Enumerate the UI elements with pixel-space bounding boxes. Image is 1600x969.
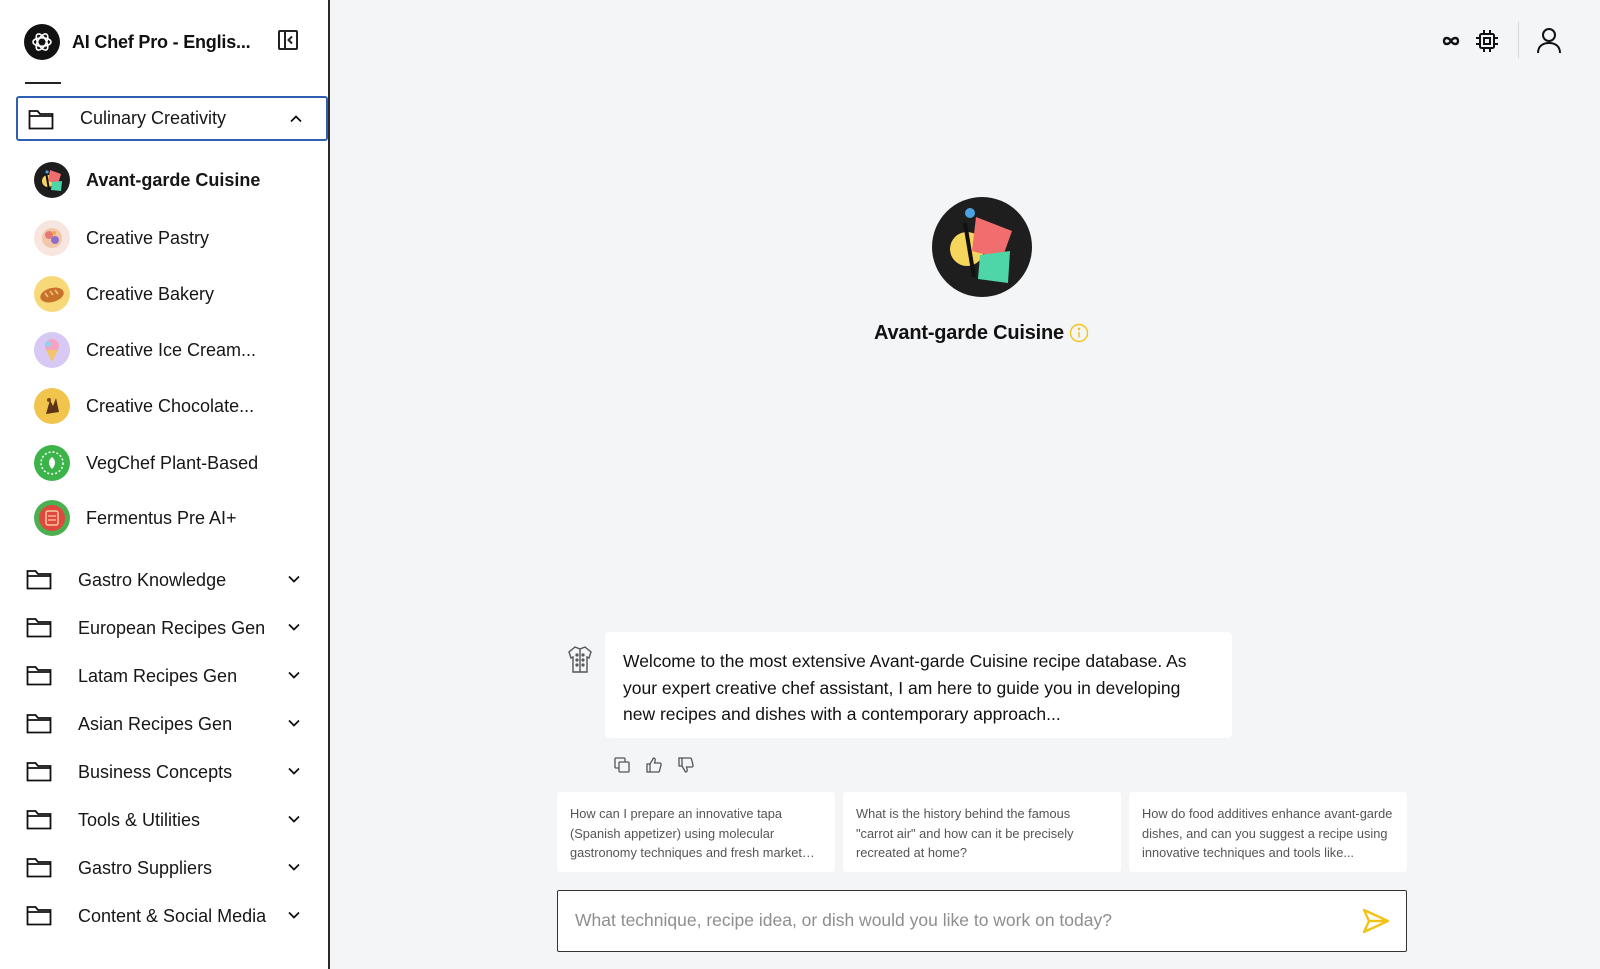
chip-icon[interactable]	[1472, 26, 1502, 56]
folder-label: Content & Social Media	[78, 906, 267, 926]
bread-avatar-icon	[34, 276, 70, 312]
sidebar: AI Chef Pro - Englis... Culinary Creativ…	[0, 0, 330, 969]
folder-label: Gastro Suppliers	[78, 858, 213, 878]
folder-label: European Recipes Gen	[78, 618, 266, 638]
info-icon[interactable]	[1069, 323, 1089, 343]
folder-icon	[26, 906, 52, 926]
plant-based-avatar-icon	[34, 445, 70, 481]
sidebar-item-label: VegChef Plant-Based	[86, 452, 259, 473]
message-composer	[557, 890, 1407, 952]
suggestion-card[interactable]: How can I prepare an innovative tapa (Sp…	[557, 792, 835, 872]
chocolate-avatar-icon	[34, 388, 70, 424]
folder-icon	[26, 810, 52, 830]
sidebar-header: AI Chef Pro - Englis...	[24, 24, 262, 60]
sidebar-collapse-icon[interactable]	[276, 28, 300, 52]
sidebar-item-label: Creative Pastry	[86, 227, 210, 248]
sidebar-item-creative-chocolate[interactable]: Creative Chocolate...	[34, 386, 314, 426]
folder-asian-recipes-gen[interactable]: Asian Recipes Gen	[16, 702, 328, 747]
assistant-message: Welcome to the most extensive Avant-gard…	[605, 632, 1232, 738]
folder-label: Asian Recipes Gen	[78, 714, 233, 734]
folder-icon	[26, 570, 52, 590]
infinity-icon[interactable]	[1436, 26, 1466, 56]
folder-icon	[26, 858, 52, 878]
message-input[interactable]	[575, 891, 1335, 950]
folder-gastro-knowledge[interactable]: Gastro Knowledge	[16, 558, 328, 603]
chevron-down-icon[interactable]	[286, 859, 302, 875]
chevron-down-icon[interactable]	[286, 907, 302, 923]
sidebar-item-avant-garde-cuisine[interactable]: Avant-garde Cuisine	[34, 160, 314, 200]
pastry-avatar-icon	[34, 220, 70, 256]
sidebar-item-fermentus-pre-ai[interactable]: Fermentus Pre AI+	[34, 498, 314, 538]
assistant-name: Avant-garde Cuisine	[874, 322, 1064, 344]
sidebar-item-label: Fermentus Pre AI+	[86, 507, 237, 528]
chevron-down-icon[interactable]	[286, 571, 302, 587]
app-title: AI Chef Pro - Englis...	[72, 31, 251, 52]
folder-label: Tools & Utilities	[78, 810, 201, 830]
message-actions	[612, 755, 696, 775]
chevron-down-icon[interactable]	[286, 715, 302, 731]
folder-latam-recipes-gen[interactable]: Latam Recipes Gen	[16, 654, 328, 699]
folder-label: Latam Recipes Gen	[78, 666, 238, 686]
chef-jacket-icon	[568, 646, 592, 673]
chevron-down-icon[interactable]	[286, 811, 302, 827]
thumbs-up-icon[interactable]	[644, 755, 664, 775]
folder-tools-utilities[interactable]: Tools & Utilities	[16, 798, 328, 843]
sidebar-item-creative-pastry[interactable]: Creative Pastry	[34, 218, 314, 258]
folder-label: Gastro Knowledge	[78, 570, 227, 590]
suggestion-card[interactable]: How do food additives enhance avant-gard…	[1129, 792, 1407, 872]
folder-gastro-suppliers[interactable]: Gastro Suppliers	[16, 846, 328, 891]
openai-logo-icon[interactable]	[24, 24, 60, 60]
sidebar-item-label: Creative Bakery	[86, 283, 215, 304]
folder-icon	[28, 110, 54, 130]
folder-icon	[26, 666, 52, 686]
copy-icon[interactable]	[612, 755, 632, 775]
sidebar-item-creative-ice-cream[interactable]: Creative Ice Cream...	[34, 330, 314, 370]
ice-cream-avatar-icon	[34, 332, 70, 368]
folder-label: Culinary Creativity	[80, 108, 227, 128]
assistant-avatar-icon	[932, 197, 1032, 297]
folder-culinary-creativity[interactable]: Culinary Creativity	[16, 96, 328, 141]
user-icon[interactable]	[1534, 26, 1564, 56]
folder-icon	[26, 618, 52, 638]
chevron-down-icon[interactable]	[286, 667, 302, 683]
folder-business-concepts[interactable]: Business Concepts	[16, 750, 328, 795]
folder-label: Business Concepts	[78, 762, 233, 782]
send-icon[interactable]	[1360, 906, 1392, 936]
avant-garde-avatar-icon	[34, 162, 70, 198]
sidebar-item-label: Creative Chocolate...	[86, 395, 255, 416]
sidebar-item-creative-bakery[interactable]: Creative Bakery	[34, 274, 314, 314]
folder-icon	[26, 714, 52, 734]
thumbs-down-icon[interactable]	[676, 755, 696, 775]
folder-european-recipes-gen[interactable]: European Recipes Gen	[16, 606, 328, 651]
sidebar-item-label: Avant-garde Cuisine	[86, 169, 261, 190]
chevron-down-icon[interactable]	[286, 619, 302, 635]
header-divider	[1518, 22, 1519, 58]
folder-icon	[26, 762, 52, 782]
fermentus-avatar-icon	[34, 500, 70, 536]
sidebar-item-label: Creative Ice Cream...	[86, 339, 257, 360]
suggestion-list: How can I prepare an innovative tapa (Sp…	[557, 792, 1407, 872]
sidebar-tab-indicator	[25, 82, 61, 84]
chevron-down-icon[interactable]	[286, 763, 302, 779]
folder-content-social-media[interactable]: Content & Social Media	[16, 894, 328, 939]
suggestion-card[interactable]: What is the history behind the famous "c…	[843, 792, 1121, 872]
chevron-up-icon[interactable]	[288, 111, 304, 127]
sidebar-item-vegchef-plant-based[interactable]: VegChef Plant-Based	[34, 443, 314, 483]
